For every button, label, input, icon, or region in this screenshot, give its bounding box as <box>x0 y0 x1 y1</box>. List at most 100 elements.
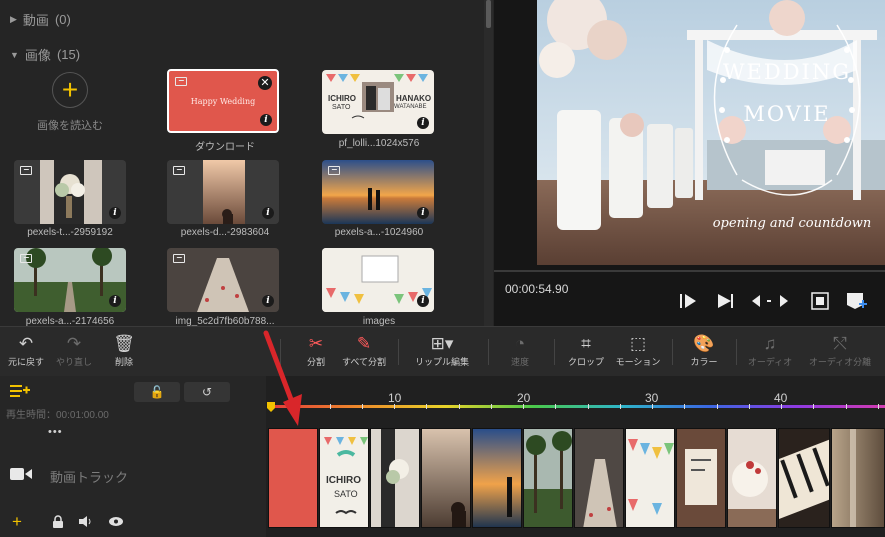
ruler-tick-label: 20 <box>517 391 531 405</box>
info-icon[interactable]: i <box>417 207 429 219</box>
video-section-header[interactable]: ▶ 動画 (0) <box>10 10 71 29</box>
media-item-download[interactable]: Happy Wedding ✕ i <box>167 69 279 133</box>
mute-icon[interactable] <box>78 515 94 531</box>
timeline-clip[interactable] <box>727 428 777 528</box>
ruler-tick <box>426 404 427 409</box>
timeline-clip[interactable] <box>676 428 726 528</box>
preview-title-line1: WEDDING <box>722 60 852 84</box>
image-type-icon <box>173 254 185 263</box>
crop-button[interactable]: ⌗ クロップ <box>566 333 606 368</box>
motion-label: モーション <box>615 357 661 367</box>
ruler-tick-label: 40 <box>774 391 788 405</box>
audio-split-button[interactable]: ⤲ オーディオ分離 <box>804 333 876 368</box>
add-track-icon <box>10 385 30 397</box>
audio-note-icon: ♫ <box>763 334 777 353</box>
info-icon[interactable]: i <box>109 295 121 307</box>
redo-button[interactable]: ↷ やり直し <box>54 333 94 368</box>
track-lock-icon[interactable] <box>52 515 64 531</box>
ruler-tick <box>459 404 460 409</box>
preview-subtitle: opening and countdown <box>712 216 872 231</box>
redo-icon: ↷ <box>66 334 82 353</box>
video-section-label: 動画 <box>22 13 49 28</box>
info-icon[interactable]: i <box>417 295 429 307</box>
timeline-clip-selected[interactable] <box>268 428 318 528</box>
crop-icon: ⌗ <box>581 334 591 353</box>
timeline-clip[interactable]: ICHIRO SATO <box>319 428 369 528</box>
ripple-edit-button[interactable]: ⊞▾ リップル編集 <box>410 333 474 368</box>
media-item-pf-lolli[interactable]: ICHIRO SATO HANAKO WATANABE i <box>322 70 434 134</box>
media-item-pexels-a-2[interactable]: i <box>14 248 126 312</box>
undo-icon: ↶ <box>18 334 34 353</box>
lock-button[interactable]: 🔓 <box>134 382 180 402</box>
info-icon[interactable]: i <box>109 207 121 219</box>
preview-title-line2: MOVIE <box>743 102 831 126</box>
toolbar-divider <box>398 339 399 365</box>
info-icon[interactable]: i <box>260 114 272 126</box>
media-item-images[interactable]: i <box>322 248 434 312</box>
ruler-tick <box>297 404 298 409</box>
speed-button[interactable]: ◔ 速度 <box>500 333 540 368</box>
media-item-img-5c2d[interactable]: i <box>167 248 279 312</box>
timeline-clip[interactable] <box>370 428 420 528</box>
ruler-tick <box>749 404 750 409</box>
delete-button[interactable]: 🗑 削除 <box>104 333 144 368</box>
info-icon[interactable]: i <box>262 295 274 307</box>
timeline-clip[interactable] <box>523 428 573 528</box>
audio-button[interactable]: ♫ オーディオ <box>742 333 798 368</box>
preview-progress-bar[interactable] <box>494 270 885 272</box>
clip-name: ICHIRO <box>326 475 361 486</box>
play-button[interactable] <box>714 291 734 311</box>
timeline-clip[interactable] <box>472 428 522 528</box>
delete-label: 削除 <box>114 357 133 367</box>
timeline-clip[interactable] <box>831 428 885 528</box>
motion-button[interactable]: ⬚ モーション <box>612 333 664 368</box>
undo-button[interactable]: ↶ 元に戻す <box>6 333 46 368</box>
image-section-header[interactable]: ▼ 画像 (15) <box>10 45 80 64</box>
info-icon[interactable]: i <box>262 207 274 219</box>
clip-sub: SATO <box>334 489 358 499</box>
color-button[interactable]: 🎨 カラー <box>684 333 724 368</box>
media-item-pexels-t[interactable]: i <box>14 160 126 224</box>
close-icon[interactable]: ✕ <box>258 76 272 90</box>
ruler-tick-label: 10 <box>388 391 402 405</box>
image-type-icon <box>20 166 32 175</box>
play-from-start-button[interactable] <box>678 291 698 311</box>
export-button[interactable] <box>845 291 867 311</box>
ruler-tick <box>588 404 589 409</box>
timeline-clip[interactable] <box>778 428 830 528</box>
ruler-tick <box>684 404 685 409</box>
import-image-button[interactable]: + <box>52 72 88 108</box>
image-section-label: 画像 <box>24 48 51 63</box>
eye-icon[interactable] <box>108 515 124 531</box>
media-item-pexels-a-1[interactable]: i <box>322 160 434 224</box>
info-icon[interactable]: i <box>417 117 429 129</box>
toolbar-divider <box>672 339 673 365</box>
loop-button[interactable]: ↺ <box>184 382 230 402</box>
split-all-label: すべて分割 <box>341 357 386 367</box>
toolbar-divider <box>736 339 737 365</box>
split-button[interactable]: ✂ 分割 <box>296 333 336 368</box>
image-type-icon <box>173 166 185 175</box>
snapshot-icon <box>811 292 829 310</box>
timeline-clip[interactable] <box>421 428 471 528</box>
video-editor: ▶ 動画 (0) ▼ 画像 (15) + 画像を読込む Happy Weddin… <box>0 0 885 537</box>
library-scrollbar-track[interactable] <box>484 0 493 326</box>
time-ruler[interactable] <box>266 376 885 422</box>
card-name-left: ICHIRO <box>328 94 356 103</box>
media-item-pexels-d[interactable]: i <box>167 160 279 224</box>
video-track-icon <box>10 466 32 482</box>
step-frame-button[interactable] <box>750 291 790 311</box>
track-more-button[interactable]: ••• <box>48 426 63 438</box>
ruler-tick-label: 30 <box>645 391 659 405</box>
snapshot-button[interactable] <box>810 291 830 311</box>
toolbar-divider <box>280 339 281 365</box>
timeline-clip[interactable] <box>625 428 675 528</box>
split-all-button[interactable]: ✎ すべて分割 <box>338 333 390 368</box>
preview-canvas[interactable]: WEDDING MOVIE opening and countdown <box>537 0 885 265</box>
library-scrollbar-thumb[interactable] <box>486 0 491 28</box>
audio-split-label: オーディオ分離 <box>808 357 872 367</box>
ruler-tick <box>878 404 879 409</box>
add-track-button[interactable] <box>10 383 30 403</box>
add-icon[interactable]: + <box>12 512 22 532</box>
timeline-clip[interactable] <box>574 428 624 528</box>
